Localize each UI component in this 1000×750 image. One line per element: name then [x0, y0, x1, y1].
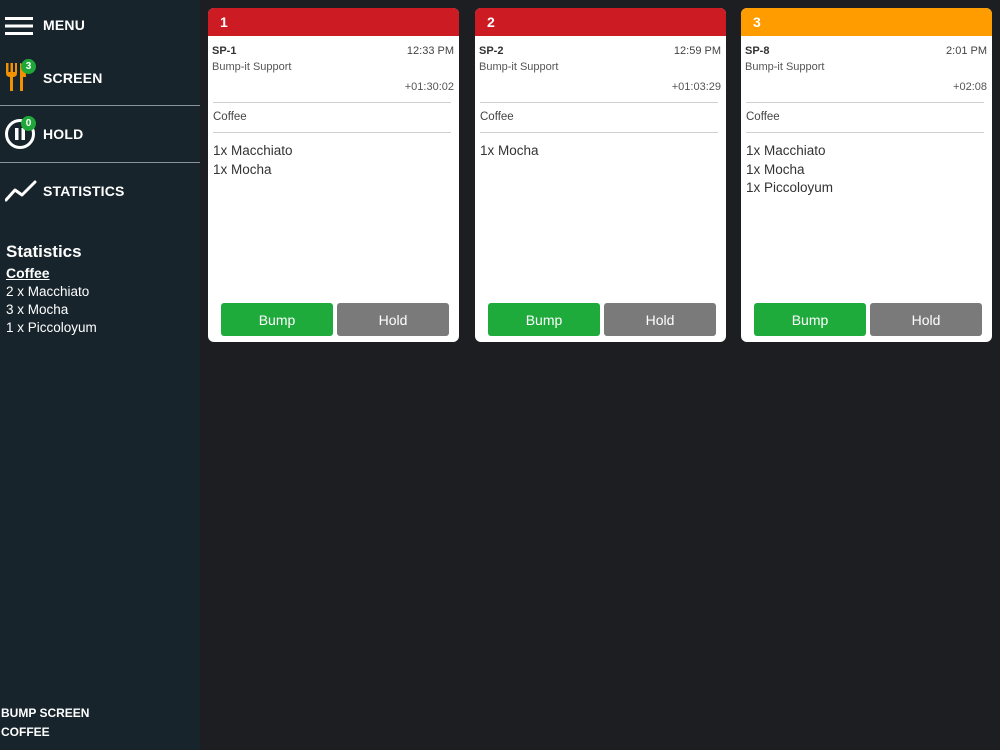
- ticket-source: Bump-it Support: [745, 61, 825, 73]
- statistics-line: 1 x Piccoloyum: [6, 320, 97, 335]
- ticket-item: 1x Mocha: [213, 161, 272, 177]
- screen-label: SCREEN: [43, 69, 103, 86]
- ticket-header: 1: [208, 8, 459, 36]
- ticket-time: 12:33 PM: [406, 45, 454, 57]
- divider: [480, 102, 718, 103]
- divider: [480, 132, 718, 133]
- statistics-label: STATISTICS: [43, 183, 125, 199]
- ticket-category: Coffee: [213, 111, 247, 123]
- statistics-line: 3 x Mocha: [6, 302, 69, 317]
- ticket-header: 3: [741, 8, 992, 36]
- nav-item-statistics[interactable]: STATISTICS: [0, 163, 200, 219]
- ticket-items: 1x Mocha: [480, 142, 539, 161]
- ticket-source: Bump-it Support: [212, 61, 292, 73]
- sidebar: MENU 3 SCREEN 0 HOLD STATISTICS Statisti…: [0, 0, 200, 750]
- order-ticket: 2 SP-2 12:59 PM Bump-it Support +01:03:2…: [475, 8, 726, 342]
- ticket-items: 1x Macchiato 1x Mocha 1x Piccoloyum: [746, 142, 833, 198]
- ticket-source: Bump-it Support: [479, 61, 559, 73]
- ticket-header: 2: [475, 8, 726, 36]
- ticket-id: SP-8: [745, 45, 770, 57]
- nav-item-hold[interactable]: 0 HOLD: [0, 106, 200, 162]
- ticket-elapsed-time: +01:30:02: [404, 81, 454, 93]
- hold-button[interactable]: Hold: [337, 303, 449, 336]
- ticket-item: 1x Mocha: [480, 143, 539, 158]
- ticket-number: 3: [753, 14, 761, 30]
- nav-item-screen[interactable]: 3 SCREEN: [0, 50, 200, 105]
- ticket-item: 1x Macchiato: [213, 143, 293, 158]
- hold-button[interactable]: Hold: [604, 303, 716, 336]
- ticket-item: 1x Mocha: [746, 161, 805, 177]
- divider: [213, 102, 451, 103]
- footer-subtitle: COFFEE: [1, 725, 50, 739]
- ticket-elapsed-time: +01:03:29: [671, 81, 721, 93]
- ticket-id: SP-2: [479, 45, 504, 57]
- ticket-category: Coffee: [480, 111, 514, 123]
- ticket-number: 2: [487, 14, 495, 30]
- ticket-time: 12:59 PM: [673, 45, 721, 57]
- divider: [746, 132, 984, 133]
- bump-button[interactable]: Bump: [754, 303, 866, 336]
- hold-button[interactable]: Hold: [870, 303, 982, 336]
- statistics-line: 2 x Macchiato: [6, 284, 90, 299]
- bump-button[interactable]: Bump: [488, 303, 600, 336]
- ticket-item: 1x Piccoloyum: [746, 180, 834, 195]
- statistics-title: Statistics: [6, 242, 82, 261]
- divider: [746, 102, 984, 103]
- statistics-panel: Statistics Coffee 2 x Macchiato 3 x Moch…: [6, 242, 97, 337]
- ticket-id: SP-1: [212, 45, 237, 57]
- screen-count-badge: 3: [21, 59, 36, 74]
- hold-label: HOLD: [43, 126, 84, 142]
- ticket-item: 1x Macchiato: [746, 143, 826, 158]
- hamburger-menu-icon: [5, 16, 33, 41]
- ticket-elapsed-time: +02:08: [953, 81, 987, 93]
- bump-button[interactable]: Bump: [221, 303, 333, 336]
- hold-count-badge: 0: [21, 116, 36, 131]
- order-ticket: 3 SP-8 2:01 PM Bump-it Support +02:08 Co…: [741, 8, 992, 342]
- statistics-category: Coffee: [6, 265, 50, 281]
- ticket-items: 1x Macchiato 1x Mocha: [213, 142, 293, 179]
- ticket-number: 1: [220, 14, 228, 30]
- screen-footer: BUMP SCREEN COFFEE: [1, 704, 89, 742]
- menu-button[interactable]: MENU: [0, 0, 200, 50]
- footer-title: BUMP SCREEN: [1, 706, 90, 720]
- ticket-time: 2:01 PM: [946, 45, 987, 57]
- order-ticket: 1 SP-1 12:33 PM Bump-it Support +01:30:0…: [208, 8, 459, 342]
- menu-label: MENU: [43, 17, 86, 33]
- trend-line-icon: [4, 180, 37, 207]
- ticket-category: Coffee: [746, 111, 780, 123]
- divider: [213, 132, 451, 133]
